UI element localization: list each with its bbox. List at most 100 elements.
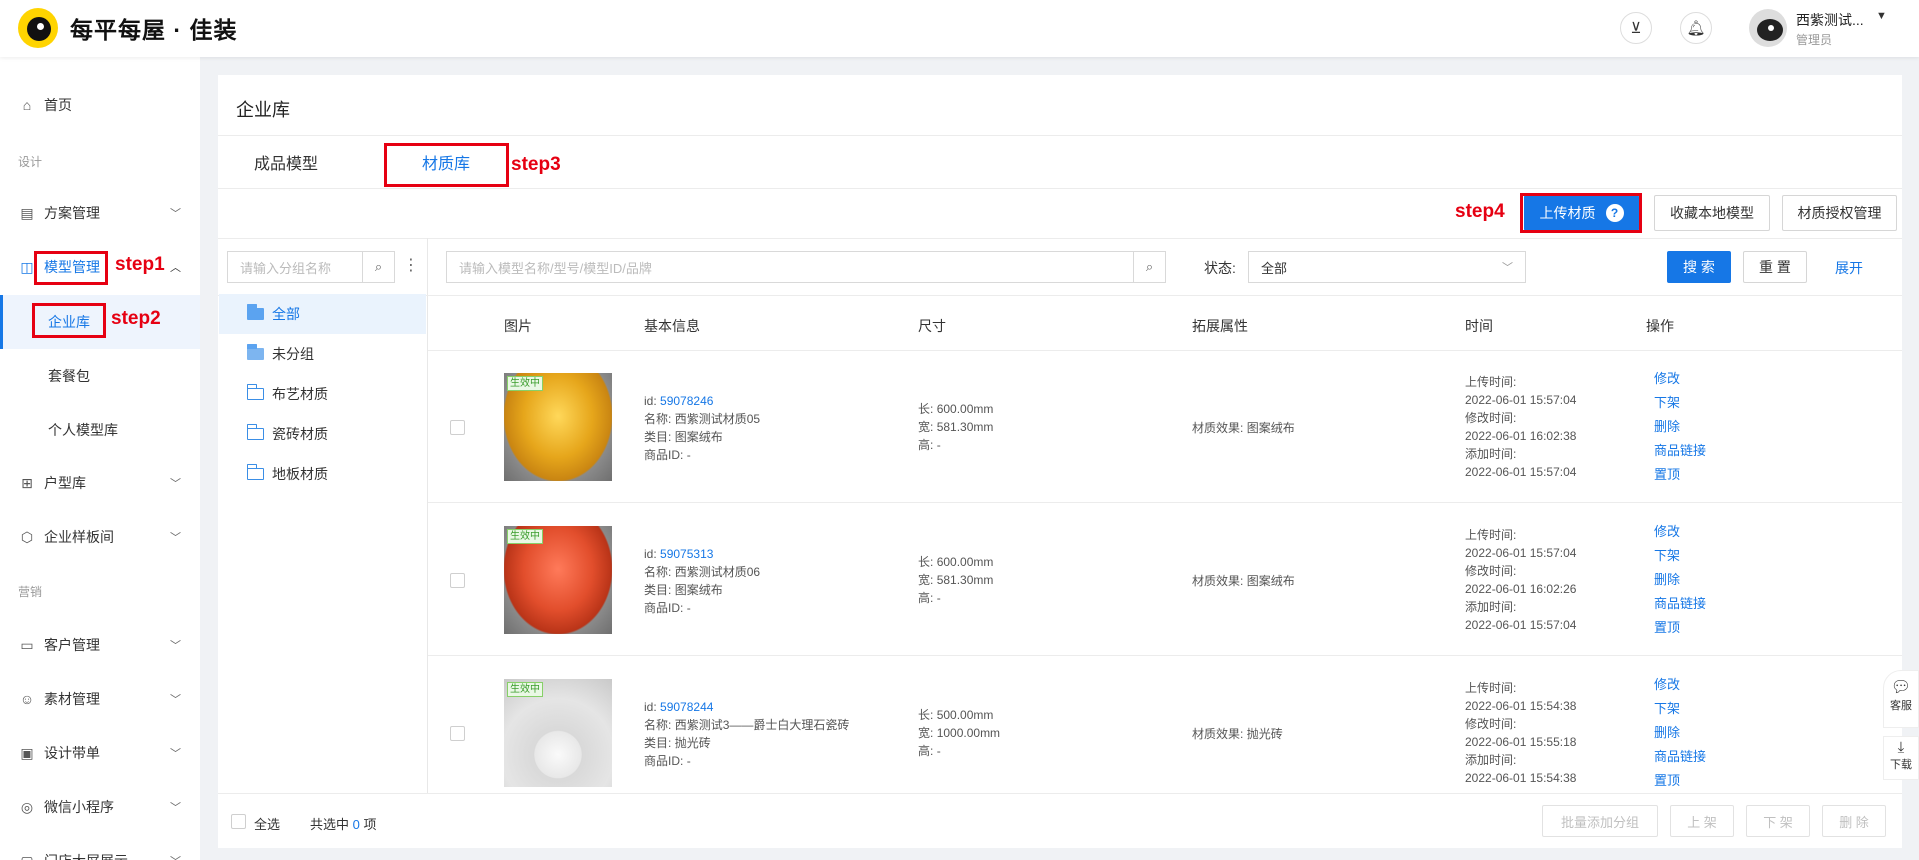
unlist-button[interactable]: 下 架	[1746, 805, 1810, 837]
unlist-link[interactable]: 下架	[1654, 391, 1706, 415]
bell-icon[interactable]: 🔔︎	[1680, 12, 1712, 44]
sidebar-item-home[interactable]: ⌂ 首页	[0, 85, 200, 125]
material-thumbnail[interactable]: 生效中	[504, 373, 612, 481]
product-link[interactable]: 商品链接	[1654, 745, 1706, 769]
search-button[interactable]: 搜 索	[1667, 251, 1731, 283]
status-badge: 生效中	[507, 376, 543, 391]
row-checkbox[interactable]	[450, 726, 465, 741]
sidebar-item-personal[interactable]: 个人模型库	[0, 403, 200, 457]
step2-label: step2	[111, 308, 161, 329]
user-name[interactable]: 西紫测试...	[1796, 10, 1864, 30]
divider	[218, 295, 1902, 296]
avatar[interactable]	[1749, 9, 1787, 47]
section-marketing: 营销	[18, 585, 43, 599]
pin-top-link[interactable]: 置顶	[1654, 616, 1706, 640]
column-header-ext: 拓展属性	[1192, 318, 1248, 334]
page-title: 企业库	[236, 100, 290, 120]
tab-products[interactable]: 成品模型	[254, 150, 318, 174]
delete-link[interactable]: 删除	[1654, 415, 1706, 439]
customer-service-button[interactable]: 💬︎ 客服	[1883, 670, 1919, 728]
status-badge: 生效中	[507, 529, 543, 544]
folder-icon	[246, 304, 264, 320]
section-design: 设计	[18, 155, 43, 169]
column-header-size: 尺寸	[918, 318, 946, 334]
search-icon[interactable]: ⌕	[363, 251, 395, 283]
chevron-down-icon: ﹀	[170, 802, 181, 814]
tree-item-all[interactable]: 全部	[219, 294, 426, 334]
select-all-label[interactable]: 全选	[254, 814, 280, 833]
edit-link[interactable]: 修改	[1654, 673, 1706, 697]
pin-top-link[interactable]: 置顶	[1654, 769, 1706, 793]
row-checkbox[interactable]	[450, 573, 465, 588]
sidebar-item-design-order[interactable]: ▣ 设计带单 ﹀	[0, 733, 200, 773]
download-icon: ⤓	[1897, 739, 1905, 756]
tree-item-fabric[interactable]: 布艺材质	[219, 374, 426, 414]
collect-local-model-button[interactable]: 收藏本地模型	[1654, 195, 1770, 231]
download-button[interactable]: ⤓ 下载	[1883, 736, 1919, 780]
chevron-down-icon: ﹀	[170, 532, 181, 544]
list-button[interactable]: 上 架	[1670, 805, 1734, 837]
sidebar-item-material[interactable]: ☺︎ 素材管理 ﹀	[0, 679, 200, 719]
model-search-input[interactable]: 请输入模型名称/型号/模型ID/品牌	[446, 251, 1134, 283]
user-icon: ☺︎	[19, 691, 35, 707]
product-link[interactable]: 商品链接	[1654, 439, 1706, 463]
model-id-link[interactable]: 59078244	[660, 700, 713, 714]
brand-name: 每平每屋 · 佳装	[70, 17, 238, 43]
folder-icon	[246, 464, 264, 480]
sidebar-item-sample[interactable]: ⬡ 企业样板间 ﹀	[0, 517, 200, 557]
tree-item-floor[interactable]: 地板材质	[219, 454, 426, 494]
batch-add-group-button[interactable]: 批量添加分组	[1542, 805, 1658, 837]
model-id-link[interactable]: 59075313	[660, 547, 713, 561]
edit-link[interactable]: 修改	[1654, 520, 1706, 544]
sidebar-item-store[interactable]: ▢门店大屏展示﹀	[0, 841, 200, 860]
status-select[interactable]: 全部 ﹀	[1248, 251, 1526, 283]
brand-logo[interactable]: 每平每屋 · 佳装	[18, 8, 237, 48]
folder-icon	[246, 384, 264, 400]
inbox-icon[interactable]: ⊻	[1620, 12, 1652, 44]
status-badge: 生效中	[507, 682, 543, 697]
model-id-link[interactable]: 59078246	[660, 394, 713, 408]
unlist-link[interactable]: 下架	[1654, 544, 1706, 568]
sidebar-item-scheme[interactable]: ▤ 方案管理 ﹀	[0, 193, 200, 233]
expand-link[interactable]: 展开	[1835, 258, 1863, 278]
reset-button[interactable]: 重 置	[1743, 251, 1807, 283]
order-icon: ▣	[20, 744, 34, 761]
edit-link[interactable]: 修改	[1654, 367, 1706, 391]
delete-link[interactable]: 删除	[1654, 721, 1706, 745]
chevron-down-icon[interactable]: ▼	[1876, 10, 1887, 22]
sidebar-item-customer[interactable]: ▭ 客户管理 ﹀	[0, 625, 200, 665]
tree-item-tile[interactable]: 瓷砖材质	[219, 414, 426, 454]
select-all-checkbox[interactable]	[231, 814, 246, 829]
search-icon[interactable]: ⌕	[1134, 251, 1166, 283]
row-checkbox[interactable]	[450, 420, 465, 435]
delete-link[interactable]: 删除	[1654, 568, 1706, 592]
delete-button[interactable]: 删 除	[1822, 805, 1886, 837]
ext-info: 材质效果: 抛光砖	[1192, 727, 1283, 741]
column-header-basic: 基本信息	[644, 318, 700, 334]
document-icon: ▤	[20, 204, 34, 221]
pin-top-link[interactable]: 置顶	[1654, 463, 1706, 487]
material-thumbnail[interactable]: 生效中	[504, 679, 612, 787]
sidebar-item-package[interactable]: 套餐包	[0, 349, 200, 403]
step3-label: step3	[511, 154, 561, 175]
step4-highlight	[1520, 193, 1642, 233]
more-icon[interactable]: ⋮	[403, 255, 419, 275]
time-info: 上传时间: 2022-06-01 15:57:04 修改时间: 2022-06-01…	[1465, 528, 1577, 632]
chevron-down-icon: ﹀	[170, 748, 181, 760]
sidebar-item-wechat[interactable]: ◎ 微信小程序 ﹀	[0, 787, 200, 827]
step3-highlight	[384, 143, 509, 187]
chevron-down-icon: ﹀	[1502, 262, 1513, 274]
column-header-image: 图片	[504, 318, 532, 334]
chevron-down-icon: ﹀	[170, 208, 181, 220]
material-auth-button[interactable]: 材质授权管理	[1782, 195, 1897, 231]
tree-item-ungrouped[interactable]: 未分组	[219, 334, 426, 374]
material-thumbnail[interactable]: 生效中	[504, 526, 612, 634]
row-actions: 修改 下架 删除 商品链接 置顶	[1654, 367, 1706, 487]
sidebar-item-floorplan[interactable]: ⊞ 户型库 ﹀	[0, 463, 200, 503]
chevron-down-icon: ﹀	[170, 853, 181, 860]
product-link[interactable]: 商品链接	[1654, 592, 1706, 616]
group-search-input[interactable]: 请输入分组名称	[227, 251, 363, 283]
cube-icon: ⬡	[20, 528, 34, 545]
unlist-link[interactable]: 下架	[1654, 697, 1706, 721]
chevron-down-icon: ﹀	[170, 640, 181, 652]
